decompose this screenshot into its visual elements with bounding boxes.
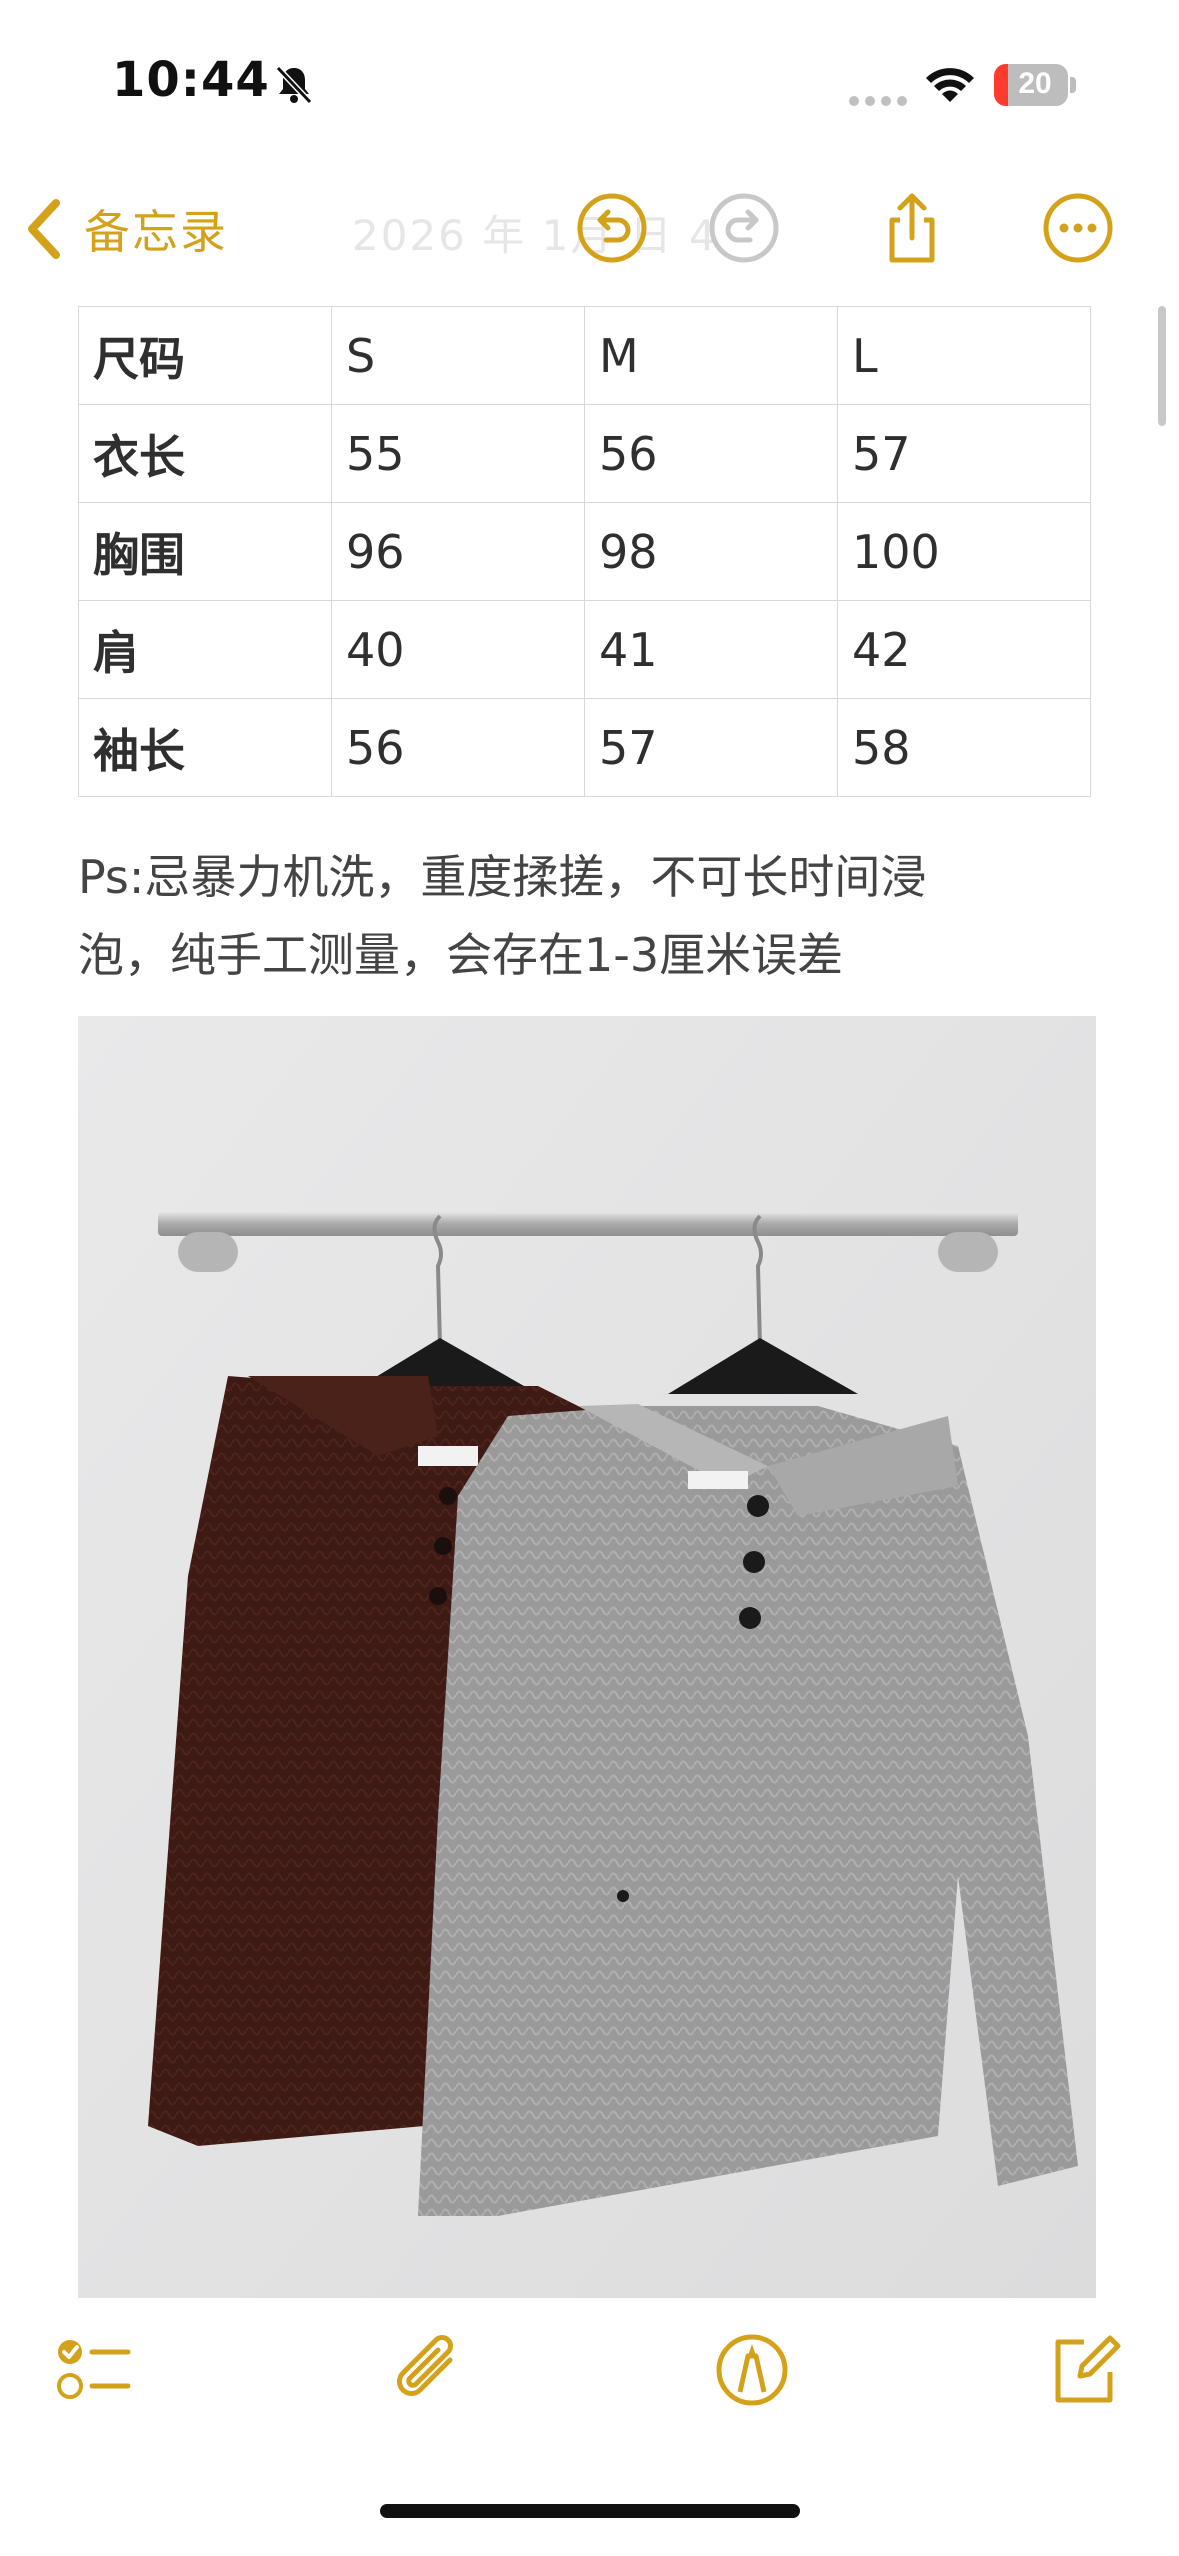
redo-button[interactable]: [706, 190, 782, 266]
sweater-photo-illustration: [78, 1016, 1096, 2298]
back-button[interactable]: 备忘录: [24, 194, 228, 264]
checklist-button[interactable]: [54, 2330, 134, 2410]
table-cell[interactable]: 42: [837, 600, 1091, 699]
note-line: 泡，纯手工测量，会存在1-3厘米误差: [78, 928, 844, 982]
table-cell[interactable]: 尺码: [78, 306, 332, 405]
markup-button[interactable]: [712, 2330, 792, 2410]
battery-percent: 20: [1018, 67, 1052, 100]
bell-slash-icon: [272, 62, 316, 106]
chevron-left-icon: [28, 199, 60, 259]
markup-pen-icon: [716, 2334, 788, 2406]
paperclip-icon: [397, 2335, 453, 2396]
table-cell[interactable]: 41: [584, 600, 838, 699]
table-row: 尺码 S M L: [78, 306, 1091, 405]
faded-title: 2026 年 1月 日 4: [352, 211, 718, 260]
attachment-button[interactable]: [390, 2330, 470, 2410]
table-cell[interactable]: 55: [331, 404, 585, 503]
share-button[interactable]: [874, 190, 950, 266]
more-icon: [1043, 193, 1113, 263]
battery-charging-icon: 20: [994, 64, 1078, 106]
note-text[interactable]: Ps:忌暴力机洗，重度揉搓，不可长时间浸 泡，纯手工测量，会存在1-3厘米误差: [78, 838, 1118, 994]
table-cell[interactable]: 40: [331, 600, 585, 699]
home-indicator[interactable]: [380, 2504, 800, 2518]
table-cell[interactable]: 56: [331, 698, 585, 797]
undo-button[interactable]: [574, 190, 650, 266]
table-cell[interactable]: 58: [837, 698, 1091, 797]
wifi-icon: [922, 62, 978, 106]
table-cell[interactable]: 57: [584, 698, 838, 797]
table-cell[interactable]: 胸围: [78, 502, 332, 601]
navigation-bar: 备忘录 2026 年 1月 日 4: [0, 170, 1179, 290]
table-cell[interactable]: M: [584, 306, 838, 405]
compose-icon: [1055, 2335, 1121, 2403]
table-cell[interactable]: 100: [837, 502, 1091, 601]
table-cell[interactable]: 56: [584, 404, 838, 503]
table-cell[interactable]: 96: [331, 502, 585, 601]
scroll-indicator[interactable]: [1158, 306, 1166, 426]
note-line: Ps:忌暴力机洗，重度揉搓，不可长时间浸: [78, 850, 927, 904]
table-row: 胸围 96 98 100: [78, 502, 1091, 601]
table-cell[interactable]: 57: [837, 404, 1091, 503]
table-row: 衣长 55 56 57: [78, 404, 1091, 503]
more-button[interactable]: [1040, 190, 1116, 266]
checklist-icon: [57, 2340, 131, 2399]
table-cell[interactable]: L: [837, 306, 1091, 405]
size-table: 尺码 S M L 衣长 55 56 57 胸围 96 98 100 肩 40 4…: [78, 306, 1091, 797]
redo-icon: [709, 193, 779, 263]
table-row: 袖长 56 57 58: [78, 698, 1091, 797]
table-cell[interactable]: 衣长: [78, 404, 332, 503]
table-cell[interactable]: S: [331, 306, 585, 405]
share-icon: [889, 193, 935, 263]
undo-icon: [577, 193, 647, 263]
table-row: 肩 40 41 42: [78, 600, 1091, 699]
bottom-toolbar: [0, 2300, 1179, 2430]
status-time: 10:44: [112, 52, 270, 108]
sweater-photo[interactable]: [78, 1016, 1096, 2298]
signal-dots-icon: [848, 92, 908, 106]
table-cell[interactable]: 袖长: [78, 698, 332, 797]
compose-button[interactable]: [1044, 2330, 1124, 2410]
back-label: 备忘录: [84, 205, 228, 259]
table-cell[interactable]: 98: [584, 502, 838, 601]
table-cell[interactable]: 肩: [78, 600, 332, 699]
status-bar: 10:44 20: [0, 0, 1179, 170]
